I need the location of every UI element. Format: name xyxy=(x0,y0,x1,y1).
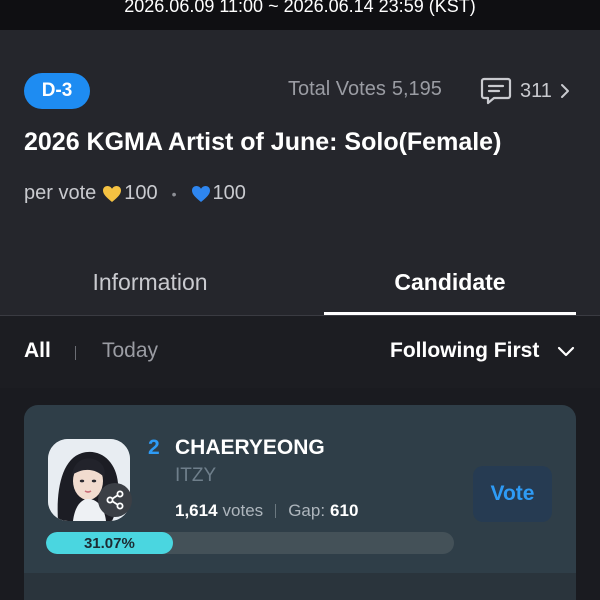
total-votes: Total Votes 5,195 xyxy=(288,78,442,101)
chevron-right-icon xyxy=(560,84,569,98)
stats-divider xyxy=(275,504,277,518)
per-vote-info: per vote 100 • 100 xyxy=(24,182,246,205)
voting-period-bar: 2026.06.09 11:00 ~ 2026.06.14 23:59 (KST… xyxy=(0,0,600,30)
vote-progress-bar: 31.07% xyxy=(46,532,454,554)
tab-candidate[interactable]: Candidate xyxy=(324,248,576,316)
card-footer xyxy=(24,573,576,600)
tab-information[interactable]: Information xyxy=(0,248,300,316)
vote-progress-fill: 31.07% xyxy=(46,532,173,554)
filter-divider xyxy=(75,346,76,360)
per-vote-gold-value: 100 xyxy=(124,182,158,204)
share-button[interactable] xyxy=(98,483,132,517)
vote-percent-label: 31.07% xyxy=(83,534,135,552)
vote-unit: votes xyxy=(222,501,264,520)
filter-all[interactable]: All xyxy=(24,339,51,363)
candidate-rank: 2 xyxy=(148,436,160,459)
dday-badge: D-3 xyxy=(24,73,90,109)
tab-bar: Information Candidate xyxy=(0,248,600,316)
candidate-group: ITZY xyxy=(175,465,217,486)
gap-value: 610 xyxy=(330,501,359,520)
chevron-down-icon xyxy=(558,346,575,356)
event-title: 2026 KGMA Artist of June: Solo(Female) xyxy=(24,128,502,156)
gold-heart-icon xyxy=(103,185,122,202)
filter-bar: All Today Following First xyxy=(0,316,600,388)
comments-link[interactable]: 311 xyxy=(480,74,578,108)
per-vote-blue-value: 100 xyxy=(212,182,246,204)
sort-dropdown[interactable]: Following First xyxy=(390,339,575,363)
comment-count: 311 xyxy=(520,79,552,102)
blue-heart-icon xyxy=(191,185,210,202)
candidate-card[interactable]: 2 CHAERYEONG ITZY 1,614 votes Gap: 610 V… xyxy=(24,405,576,600)
vote-stats: 1,614 votes Gap: 610 xyxy=(175,501,358,521)
candidate-name: CHAERYEONG xyxy=(175,436,325,459)
comment-bubble-icon xyxy=(480,77,512,105)
per-vote-label: per vote xyxy=(24,182,97,204)
total-votes-value: 5,195 xyxy=(391,78,442,100)
gap-label: Gap: xyxy=(288,501,326,520)
sort-label: Following First xyxy=(390,339,540,362)
vote-count: 1,614 xyxy=(175,501,218,520)
voting-period-text: 2026.06.09 11:00 ~ 2026.06.14 23:59 (KST… xyxy=(124,0,476,16)
total-votes-label: Total Votes xyxy=(288,78,386,100)
vote-button[interactable]: Vote xyxy=(473,466,552,522)
share-icon xyxy=(106,490,124,510)
filter-today[interactable]: Today xyxy=(102,339,158,363)
per-vote-separator: • xyxy=(171,185,177,202)
